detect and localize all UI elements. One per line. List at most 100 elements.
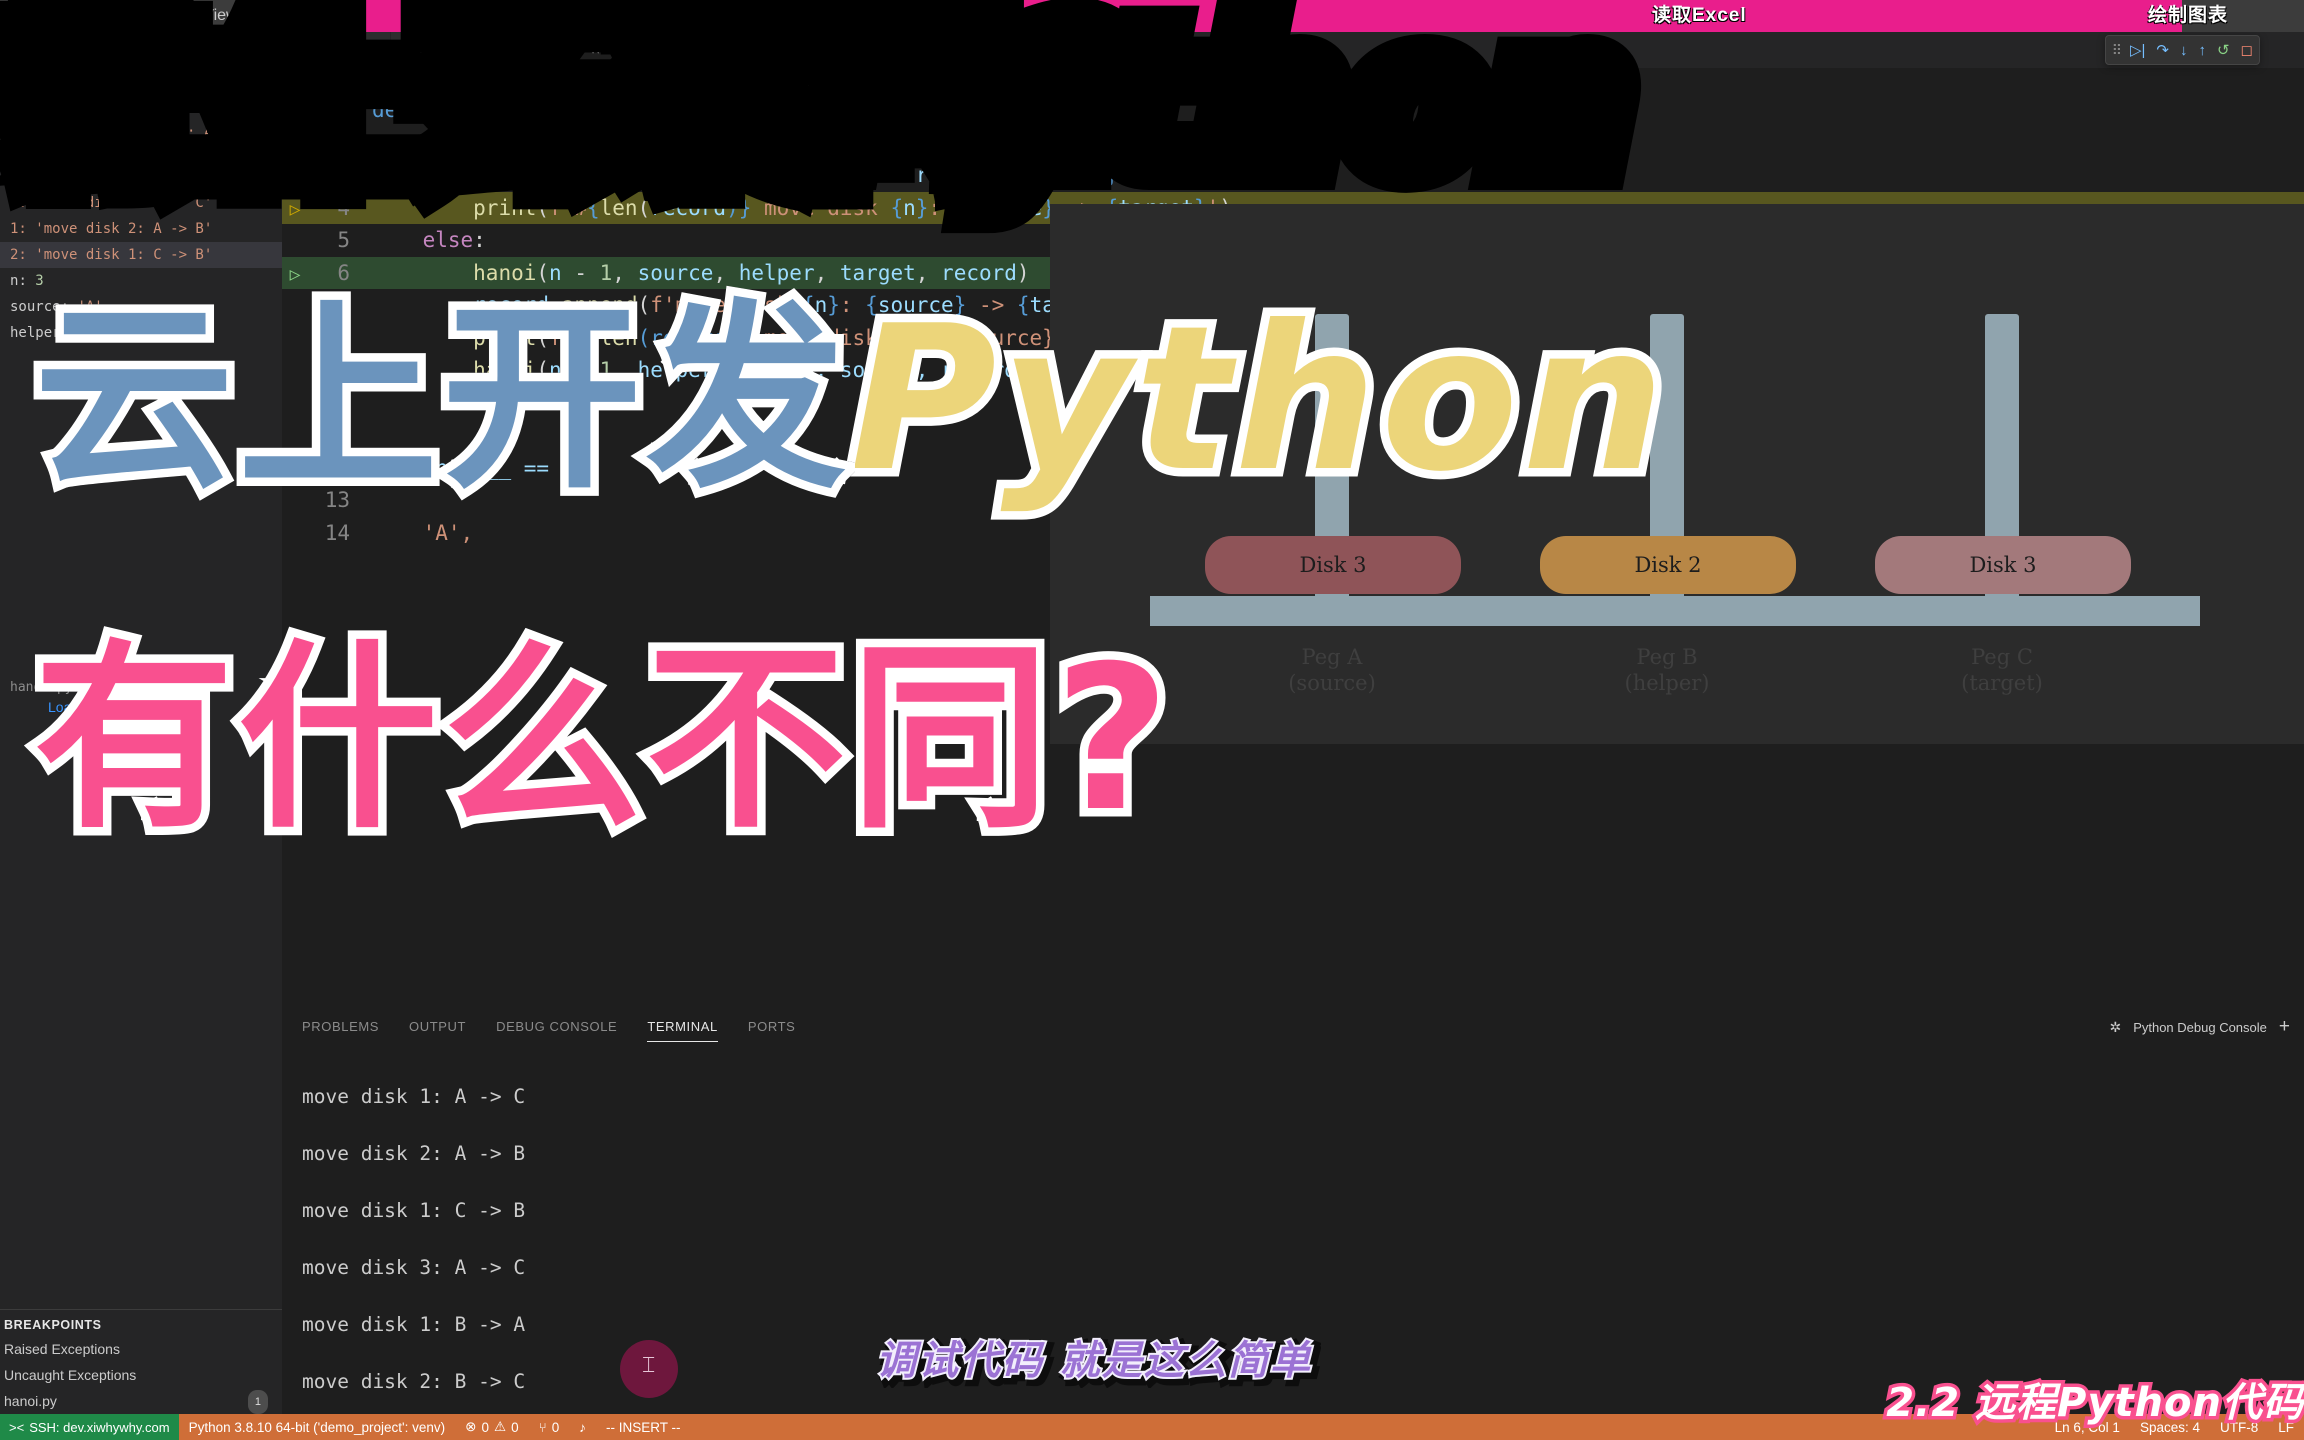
variable-row-selected[interactable]: 2: 'move disk 1: C -> B' bbox=[0, 242, 282, 268]
tab-output[interactable]: OUTPUT bbox=[409, 1010, 466, 1044]
code-text: def hanoi(n, source, target, helper, rec… bbox=[372, 98, 942, 122]
variable-row[interactable]: record: ['move disk 1: A -> C', 'move di… bbox=[0, 120, 282, 146]
code-line[interactable]: 2 if n == 1: bbox=[282, 127, 2304, 160]
drag-handle-icon[interactable]: ⠿ bbox=[2112, 42, 2122, 59]
breakpoint-count-badge: 1 bbox=[247, 1390, 268, 1414]
function-variables-section[interactable]: Function variables bbox=[0, 168, 282, 190]
chevron-down-icon[interactable]: ⌄ bbox=[216, 42, 228, 59]
stop-icon[interactable]: ◻ bbox=[2241, 43, 2253, 58]
breadcrumb-separator: > bbox=[384, 73, 392, 89]
line-number: 2 bbox=[337, 130, 350, 155]
remote-indicator[interactable]: >< SSH: dev.xiwhywhy.com bbox=[0, 1414, 179, 1440]
global-variables-section[interactable]: Global variables bbox=[0, 146, 282, 168]
menu-file[interactable]: File bbox=[0, 0, 50, 32]
tab-label: Welcome bbox=[318, 42, 377, 58]
breadcrumb-symbol[interactable]: hanoi bbox=[416, 74, 449, 89]
variable-row[interactable]: 1: 'move disk 2: A -> B' bbox=[0, 216, 282, 242]
breakpoint-item[interactable]: Uncaught Exceptions bbox=[0, 1362, 282, 1388]
radio-tower-icon: ⑂ bbox=[538, 1419, 547, 1435]
terminal-line: move disk 1: C -> B bbox=[302, 1198, 526, 1222]
code-text: record.append(f'move disk {n}: {source} … bbox=[473, 163, 1144, 187]
disk-3-c: Disk 3 bbox=[1875, 536, 2131, 594]
tab-terminal[interactable]: TERMINAL bbox=[647, 1010, 718, 1044]
tab-hello-py[interactable]: hello.py bbox=[391, 32, 490, 68]
tab-debug-console[interactable]: DEBUG CONSOLE bbox=[496, 1010, 617, 1044]
close-icon[interactable]: × bbox=[591, 42, 600, 59]
variable-row[interactable]: target: 'B' bbox=[0, 80, 282, 106]
add-icon[interactable]: + bbox=[2279, 1016, 2290, 1038]
warning-icon: ⚠ bbox=[493, 1419, 507, 1434]
breadcrumb-file[interactable]: hanoi.py bbox=[327, 74, 378, 89]
breadcrumb: hanoi.py > ◉ hanoi bbox=[282, 68, 2304, 94]
gear-icon[interactable]: ⚙ bbox=[245, 41, 258, 59]
vscode-window: File Edit Selection View Go Run Terminal… bbox=[0, 0, 2304, 1440]
banner-label-4: 绘制图表 bbox=[2148, 5, 2229, 26]
tab-problems[interactable]: PROBLEMS bbox=[302, 1010, 379, 1044]
pink-banner-overlay bbox=[246, 0, 2182, 32]
corner-chapter-badge: 2.2 远程Python代码 bbox=[1883, 1377, 2304, 1430]
tab-hanoi-py[interactable]: hanoi.py × bbox=[489, 32, 616, 68]
menu-edit[interactable]: Edit bbox=[50, 0, 102, 32]
inline-breakpoint-icon[interactable]: ▷ bbox=[286, 257, 304, 292]
terminal-line: move disk 1: A -> C bbox=[302, 1084, 526, 1108]
line-number: 10 bbox=[324, 390, 350, 415]
breakpoint-item[interactable]: Raised Exceptions bbox=[0, 1336, 282, 1362]
line-number: 8 bbox=[337, 325, 350, 350]
vim-mode-icon-status[interactable]: ♪ bbox=[569, 1420, 596, 1435]
variable-row[interactable]: n: 3 bbox=[0, 268, 282, 294]
start-debug-icon[interactable] bbox=[82, 44, 92, 56]
launch-configuration-select[interactable]: No Configurations ⌄ bbox=[74, 37, 236, 63]
step-into-icon[interactable]: ↓ bbox=[2180, 43, 2188, 58]
line-number: 12 bbox=[324, 455, 350, 480]
breakpoint-dot-icon[interactable] bbox=[286, 94, 304, 127]
line-number: 9 bbox=[337, 358, 350, 382]
tab-label: hello.py bbox=[426, 42, 475, 58]
variable-row[interactable]: helper: 'C' bbox=[0, 320, 282, 346]
code-text: 'A', bbox=[422, 520, 474, 545]
peg-label-c: Peg C (target) bbox=[1961, 645, 2043, 695]
terminal-line: move disk 3: A -> C bbox=[302, 1255, 526, 1279]
code-text: hanoi(n - 1, source, helper, target, rec… bbox=[473, 260, 1030, 285]
errors-status[interactable]: ⊗ 0 ⚠ 0 bbox=[455, 1419, 528, 1435]
banner-label-3: 读取Excel bbox=[1652, 5, 1747, 26]
continue-icon[interactable]: ▷| bbox=[2130, 43, 2145, 58]
breakpoint-item[interactable]: 1 hanoi.py bbox=[0, 1388, 282, 1414]
python-icon bbox=[503, 43, 517, 57]
ellipsis-icon[interactable]: ⋯ bbox=[267, 41, 282, 59]
tab-welcome[interactable]: Welcome bbox=[282, 32, 392, 68]
code-text: if __name__ == bbox=[372, 455, 562, 480]
line-number: 14 bbox=[324, 520, 350, 545]
symbol-icon: ◉ bbox=[397, 73, 410, 88]
step-out-icon[interactable]: ↑ bbox=[2198, 43, 2206, 58]
ports-status[interactable]: ⑂ 0 bbox=[529, 1420, 570, 1435]
disk-3-a: Disk 3 bbox=[1205, 536, 1461, 594]
code-text: if n == 1: bbox=[422, 130, 550, 155]
code-line[interactable]: 3 record.append(f'move disk {n}: {source… bbox=[282, 159, 2304, 192]
python-interpreter-status[interactable]: Python 3.8.10 64-bit ('demo_project': ve… bbox=[179, 1420, 456, 1435]
debug-view-label: RUN AND DEBUG bbox=[0, 34, 8, 50]
menu-view[interactable]: View bbox=[191, 0, 249, 32]
debug-toolbar: ⠿ ▷| ↷ ↓ ↑ ↺ ◻ bbox=[2104, 35, 2260, 65]
code-text: else: bbox=[422, 228, 486, 252]
code-text: hanoi(n - 1, helper, target, source, rec… bbox=[372, 358, 1030, 382]
panel-tab-bar: PROBLEMS OUTPUT DEBUG CONSOLE TERMINAL P… bbox=[282, 1010, 2304, 1044]
line-number: 3 bbox=[337, 163, 350, 187]
launch-config-label: No Configurations bbox=[97, 42, 210, 58]
tab-ports[interactable]: PORTS bbox=[748, 1010, 796, 1044]
terminal-name-label[interactable]: Python Debug Console bbox=[2133, 1020, 2267, 1035]
variable-row[interactable]: 0: 'move disk 1: A -> C' bbox=[0, 190, 282, 216]
step-over-icon[interactable]: ↷ bbox=[2156, 43, 2169, 58]
restart-icon[interactable]: ↺ bbox=[2217, 43, 2230, 58]
terminal-line: move disk 2: A -> B bbox=[302, 1141, 526, 1165]
peg-label-a: Peg A (source) bbox=[1288, 645, 1376, 695]
menu-selection[interactable]: Selection bbox=[101, 0, 191, 32]
load-all-stack-frames-link[interactable]: Load All Stack Frames bbox=[0, 695, 282, 719]
variable-row[interactable]: source: 'A' bbox=[0, 294, 282, 320]
editor-tab-bar: Welcome hello.py hanoi.py × ⠿ ▷| ↷ ↓ ↑ ↺… bbox=[282, 32, 2304, 68]
run-and-debug-bar: RUN AND DEBUG No Configurations ⌄ ⚙ ⋯ bbox=[0, 32, 282, 68]
disk-2-b: Disk 2 bbox=[1540, 536, 1796, 594]
inline-breakpoint-icon[interactable]: ▷ bbox=[286, 192, 304, 227]
editor-mode-status: -- INSERT -- bbox=[605, 1419, 681, 1435]
error-icon: ⊗ bbox=[465, 1419, 477, 1434]
code-line[interactable]: 1 def hanoi(n, source, target, helper, re… bbox=[282, 94, 2304, 127]
